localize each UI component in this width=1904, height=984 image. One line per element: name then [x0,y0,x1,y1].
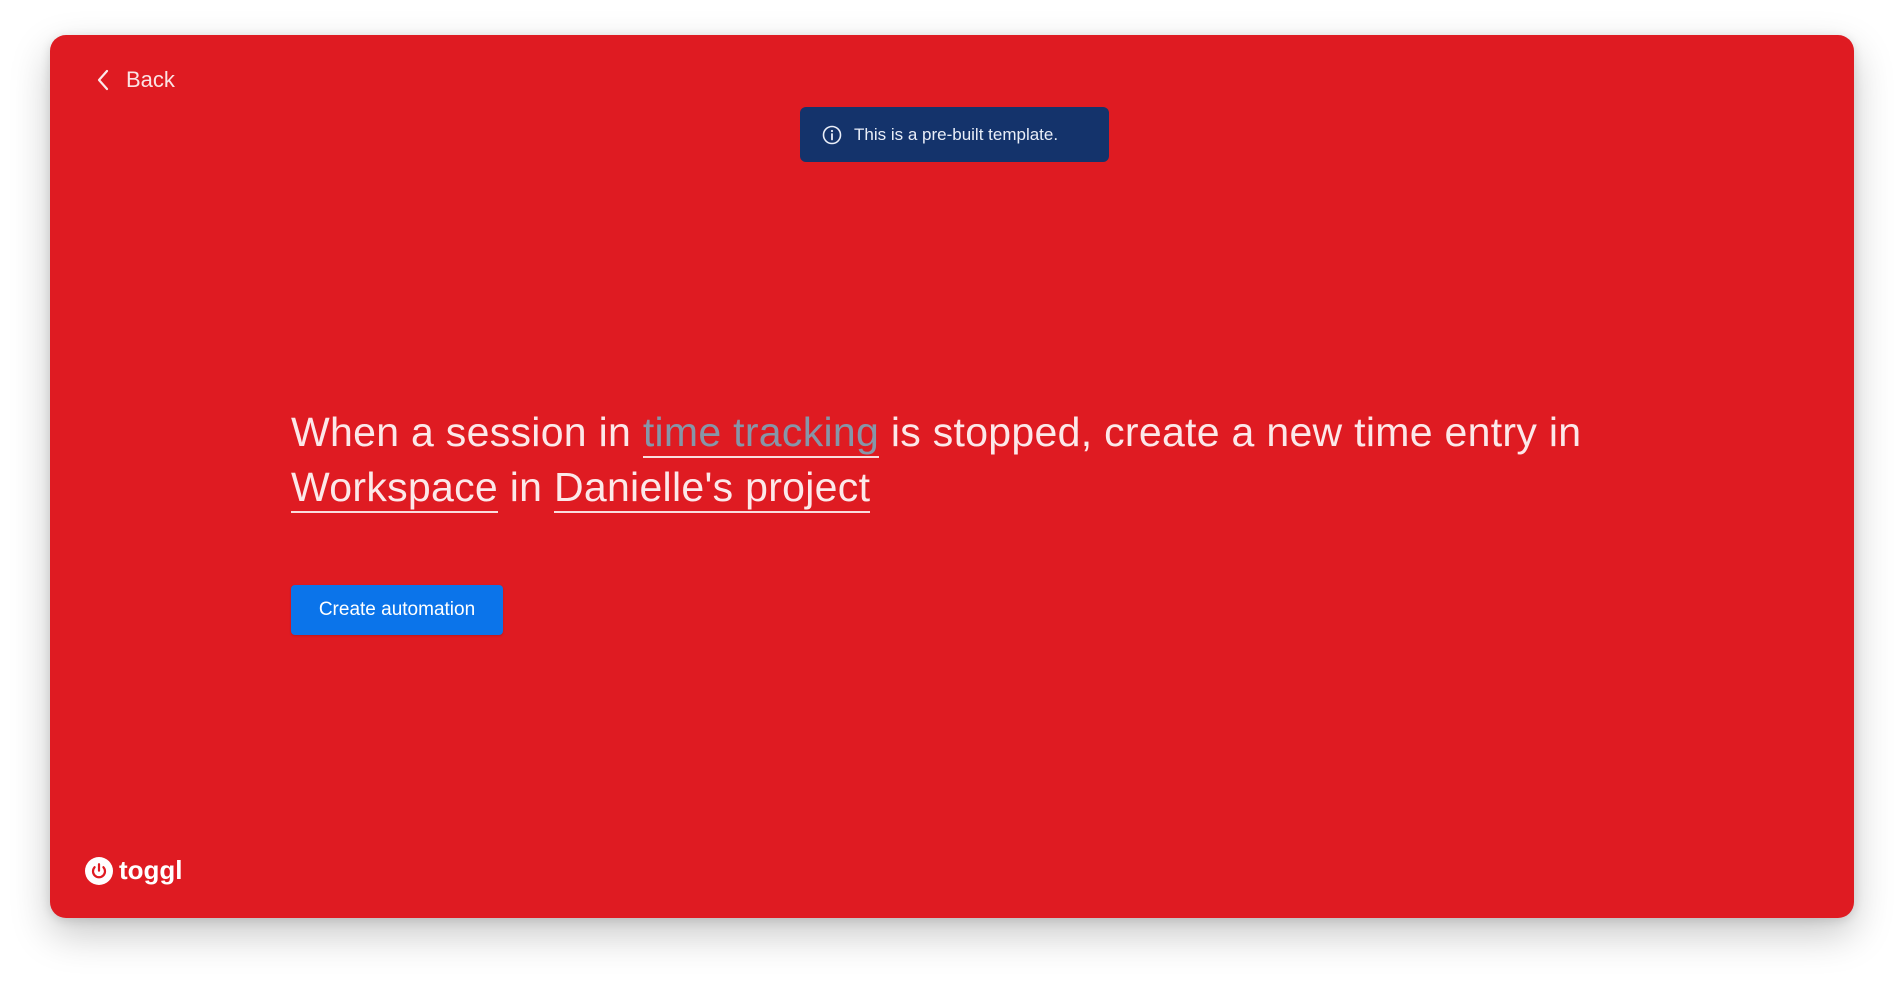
create-automation-button[interactable]: Create automation [291,585,503,635]
workspace-selector[interactable]: Workspace [291,464,499,513]
back-label: Back [126,67,175,92]
banner-text: This is a pre-built template. [854,124,1059,144]
toggl-logo: toggl [85,855,183,886]
project-selector[interactable]: Danielle's project [553,464,871,513]
chevron-left-icon [92,67,114,93]
logo-text: toggl [119,855,183,885]
trigger-app-selector[interactable]: time tracking [642,409,880,458]
sentence-text: in [498,464,554,510]
back-link[interactable]: Back [92,63,175,97]
sentence-text: is stopped, create a new time entry in [879,409,1582,455]
automation-description: When a session in time tracking is stopp… [291,405,1671,515]
template-info-banner: This is a pre-built template. [800,107,1109,162]
toggl-power-icon [85,856,113,885]
template-window: Back This is a pre-built template. When … [50,35,1854,918]
info-circle-icon [822,125,842,145]
sentence-text: When a session in [291,409,643,455]
